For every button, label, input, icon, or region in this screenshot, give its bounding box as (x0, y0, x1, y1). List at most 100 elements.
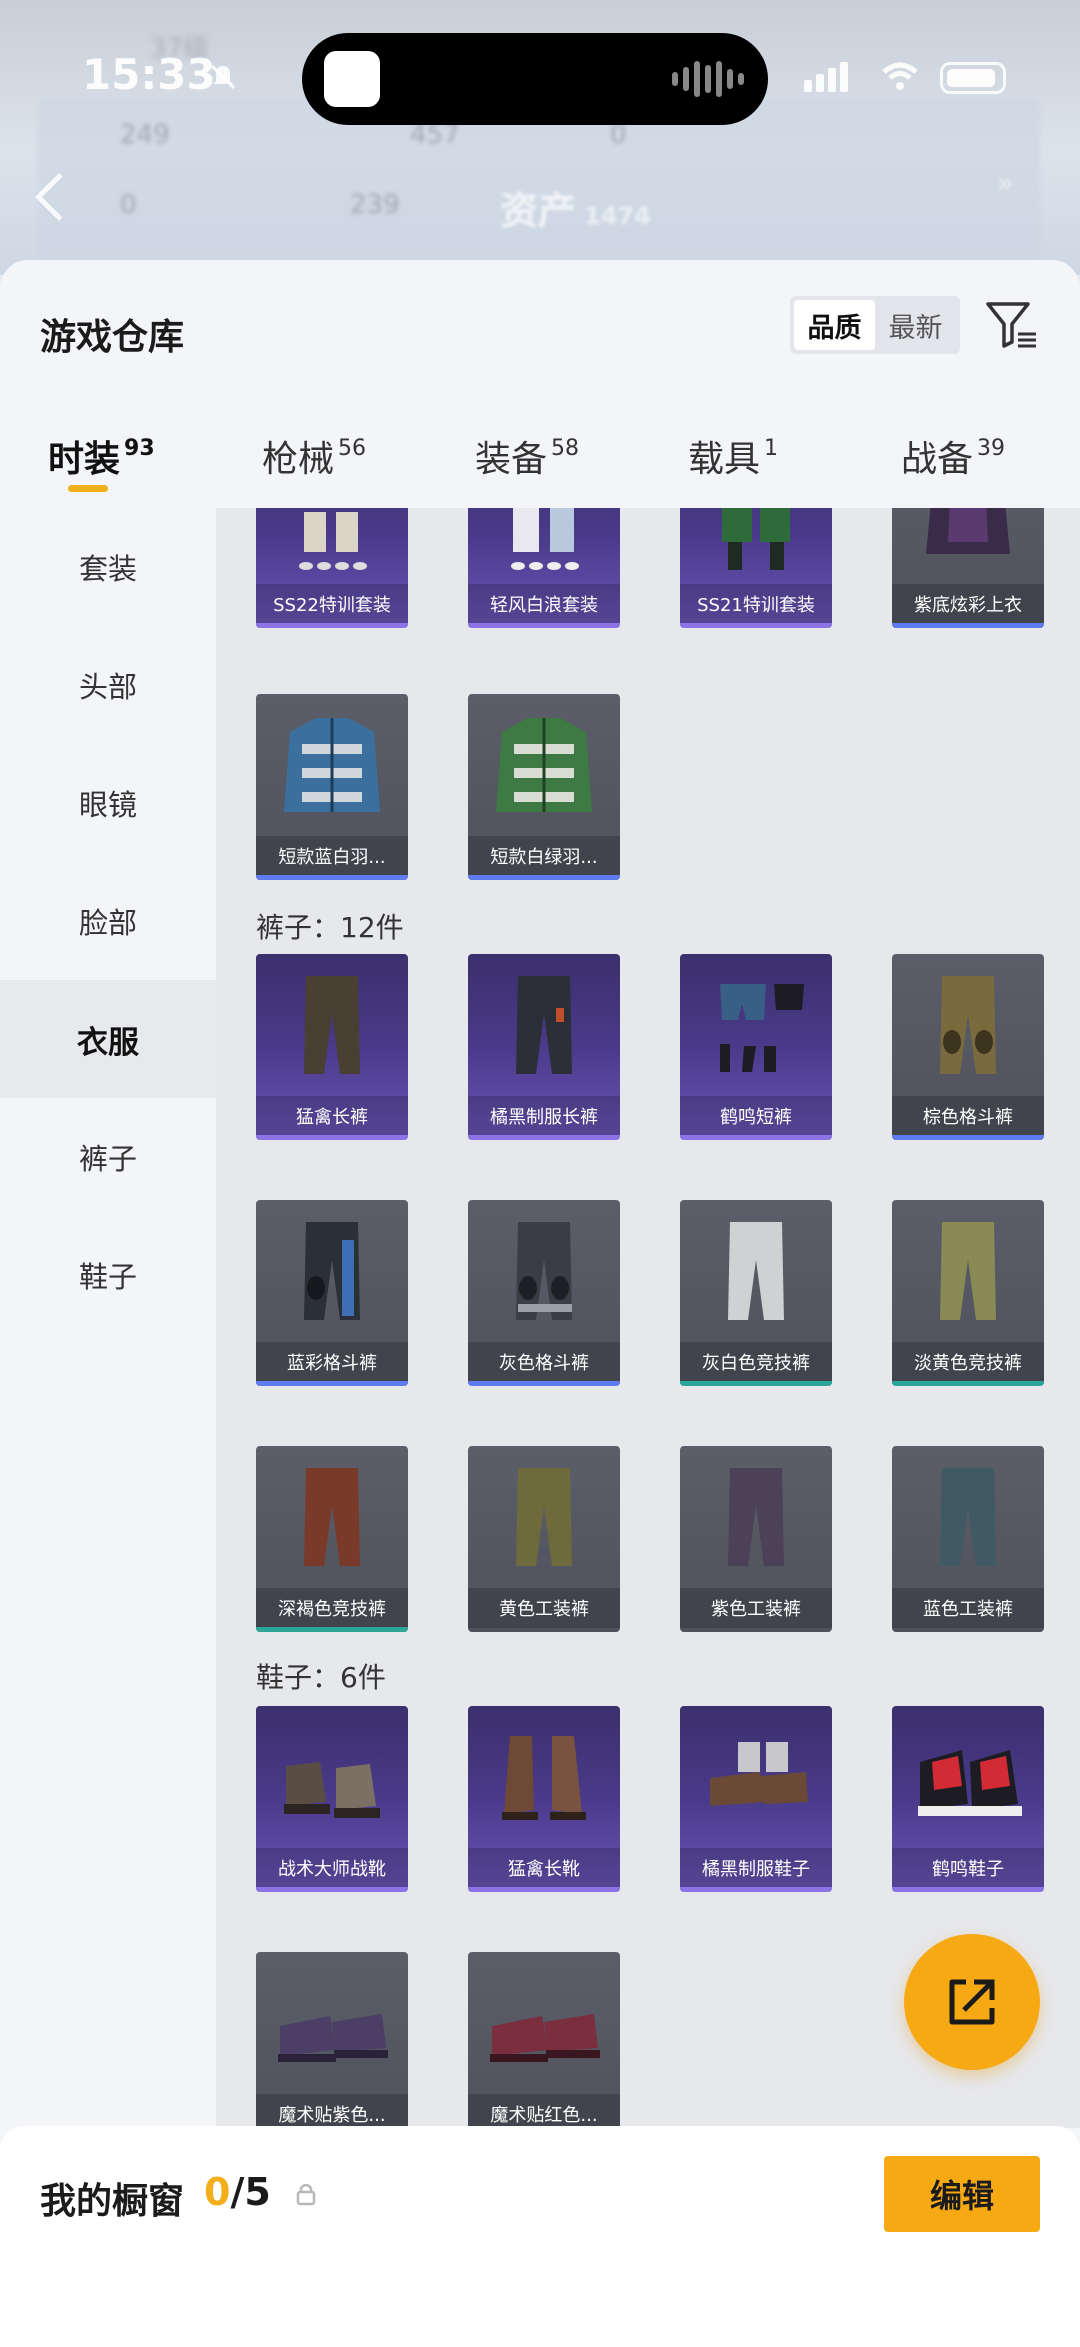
item-card[interactable]: 橘黑制服鞋子 (680, 1706, 832, 1892)
item-card[interactable]: 紫底炫彩上衣 (892, 508, 1044, 628)
item-card[interactable]: 淡黄色竞技裤 (892, 1200, 1044, 1386)
active-tab-indicator (68, 485, 108, 492)
item-card[interactable]: 鹤鸣鞋子 (892, 1706, 1044, 1892)
rarity-bar (256, 1381, 408, 1386)
pants-thumbnail (940, 1222, 996, 1320)
sidebar-item-pants[interactable]: 裤子 (0, 1098, 216, 1216)
item-card[interactable]: 蓝色工装裤 (892, 1446, 1044, 1632)
rarity-bar (256, 1887, 408, 1892)
item-card[interactable]: 灰白色竞技裤 (680, 1200, 832, 1386)
section-title-pants: 裤子：12件 (256, 911, 404, 944)
tab-supplies[interactable]: 战备 39 (901, 430, 1005, 482)
background-stat: 239 (350, 190, 400, 220)
item-card[interactable]: 橘黑制服长裤 (468, 954, 620, 1140)
sidebar-item-suit[interactable]: 套装 (0, 508, 216, 626)
tab-fashion[interactable]: 时装 93 (48, 430, 155, 482)
rarity-bar (256, 875, 408, 880)
item-name: 轻风白浪套装 (468, 584, 620, 624)
tab-count: 1 (764, 436, 779, 461)
item-card[interactable]: 棕色格斗裤 (892, 954, 1044, 1140)
item-name: 猛禽长靴 (468, 1848, 620, 1888)
sort-quality-button[interactable]: 品质 (794, 300, 875, 350)
item-name: 黄色工装裤 (468, 1588, 620, 1628)
rarity-bar (468, 623, 620, 628)
item-card[interactable]: 战术大师战靴 (256, 1706, 408, 1892)
background-assets: 资产 1474 (500, 180, 651, 235)
filter-icon[interactable] (984, 298, 1040, 354)
rarity-bar (468, 875, 620, 880)
category-tabs: 时装 93 枪械 56 装备 58 载具 1 战备 39 (0, 410, 1080, 520)
item-card[interactable]: SS21特训套装 (680, 508, 832, 628)
tab-firearms[interactable]: 枪械 56 (262, 430, 366, 482)
boots-thumbnail (502, 1736, 586, 1820)
item-name: 蓝彩格斗裤 (256, 1342, 408, 1382)
share-button[interactable] (904, 1934, 1040, 2070)
item-card[interactable]: SS22特训套装 (256, 508, 408, 628)
outfit-thumbnail (299, 512, 367, 570)
item-card[interactable]: 短款蓝白羽... (256, 694, 408, 880)
item-card[interactable]: 短款白绿羽... (468, 694, 620, 880)
item-name: 猛禽长裤 (256, 1096, 408, 1136)
pants-thumbnail (728, 1468, 784, 1566)
tab-equipment[interactable]: 装备 58 (475, 430, 579, 482)
rarity-bar (256, 1627, 408, 1632)
sidebar-item-head[interactable]: 头部 (0, 626, 216, 744)
item-card[interactable]: 猛禽长裤 (256, 954, 408, 1140)
pants-thumbnail (304, 976, 360, 1074)
wifi-icon (882, 62, 918, 90)
item-name: 深褐色竞技裤 (256, 1588, 408, 1628)
item-name: 魔术贴红色... (468, 2094, 620, 2128)
rarity-bar (680, 1135, 832, 1140)
item-card[interactable]: 鹤鸣短裤 (680, 954, 832, 1140)
item-card[interactable]: 黄色工装裤 (468, 1446, 620, 1632)
pants-thumbnail (304, 1222, 360, 1320)
showcase-bar: 我的橱窗 0/5 编辑 (0, 2126, 1080, 2347)
item-name: SS22特训套装 (256, 584, 408, 624)
sidebar-item-shoes[interactable]: 鞋子 (0, 1216, 216, 1334)
bell-muted-icon (210, 64, 236, 90)
sort-latest-button[interactable]: 最新 (875, 300, 956, 350)
background-assets-value: 1474 (584, 202, 651, 230)
item-card[interactable]: 猛禽长靴 (468, 1706, 620, 1892)
pants-thumbnail (940, 976, 996, 1074)
pants-thumbnail (516, 976, 572, 1074)
item-name: 鹤鸣鞋子 (892, 1848, 1044, 1888)
pants-thumbnail (940, 1468, 996, 1566)
tab-label: 战备 (901, 439, 974, 480)
puffer-jacket-thumbnail (284, 718, 380, 812)
pants-thumbnail (304, 1468, 360, 1566)
rarity-bar (680, 623, 832, 628)
outfit-thumbnail (511, 508, 579, 570)
jacket-thumbnail (926, 508, 1010, 554)
sidebar-item-glasses[interactable]: 眼镜 (0, 744, 216, 862)
showcase-count: 0/5 (204, 2170, 271, 2214)
pants-thumbnail (728, 1222, 784, 1320)
sort-toggle: 品质 最新 (790, 296, 960, 354)
tab-label: 载具 (688, 439, 761, 480)
sidebar-item-clothes[interactable]: 衣服 (0, 980, 216, 1098)
item-name: 灰色格斗裤 (468, 1342, 620, 1382)
shoes-thumbnail (490, 2014, 600, 2062)
item-card[interactable]: 紫色工装裤 (680, 1446, 832, 1632)
item-name: 紫底炫彩上衣 (892, 584, 1044, 624)
rarity-bar (892, 1381, 1044, 1386)
lock-icon (296, 2183, 316, 2206)
rarity-bar (892, 1135, 1044, 1140)
chevron-right-icon: » (996, 166, 1014, 199)
item-card[interactable]: 蓝彩格斗裤 (256, 1200, 408, 1386)
outfit-thumbnail (722, 508, 790, 570)
item-card[interactable]: 魔术贴红色... (468, 1952, 620, 2128)
item-name: 战术大师战靴 (256, 1848, 408, 1888)
tab-count: 56 (338, 436, 367, 461)
background-stat: 0 (120, 190, 137, 220)
item-card[interactable]: 灰色格斗裤 (468, 1200, 620, 1386)
edit-button[interactable]: 编辑 (884, 2156, 1040, 2232)
pants-thumbnail (516, 1468, 572, 1566)
item-card[interactable]: 深褐色竞技裤 (256, 1446, 408, 1632)
tab-vehicles[interactable]: 载具 1 (688, 430, 778, 482)
item-name: 橘黑制服鞋子 (680, 1848, 832, 1888)
item-card[interactable]: 轻风白浪套装 (468, 508, 620, 628)
item-card[interactable]: 魔术贴紫色... (256, 1952, 408, 2128)
page-title: 游戏仓库 (40, 317, 185, 358)
sidebar-item-face[interactable]: 脸部 (0, 862, 216, 980)
